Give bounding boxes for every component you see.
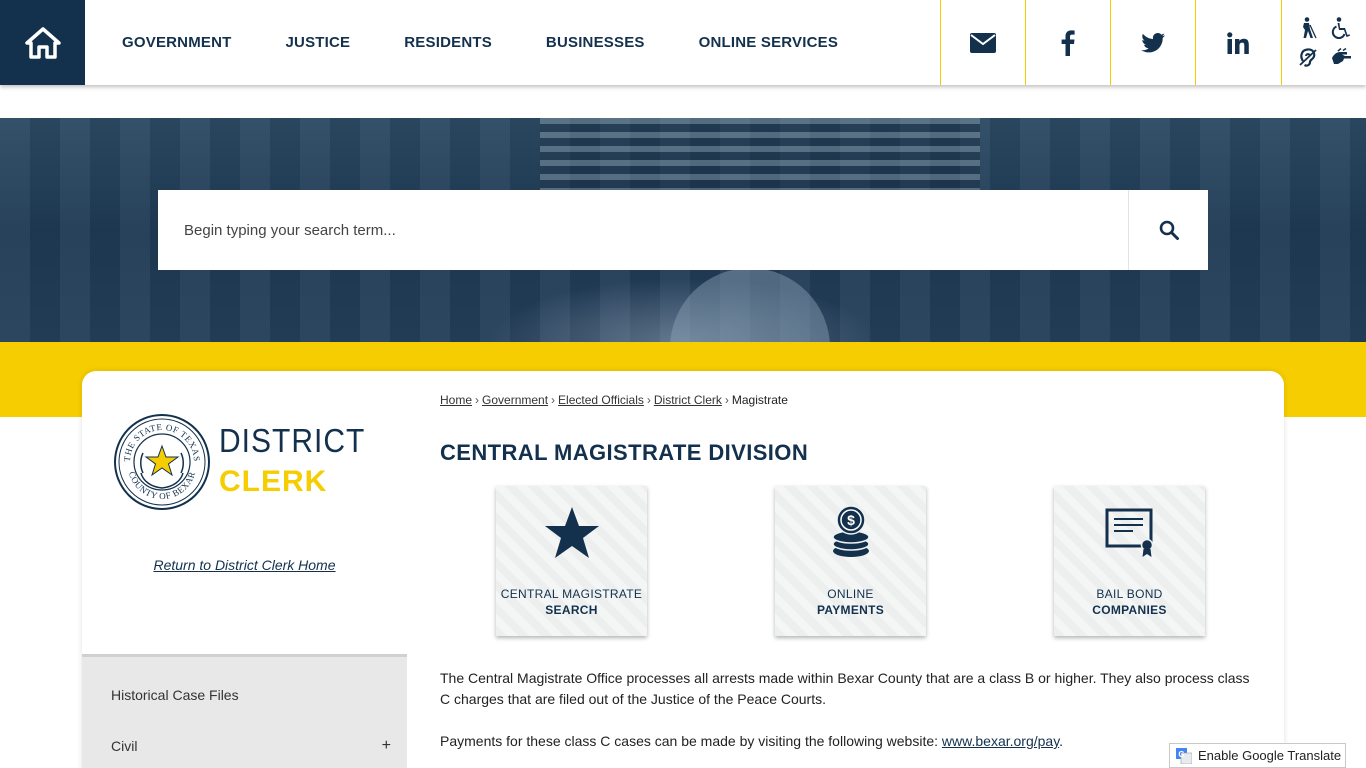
nav-government[interactable]: GOVERNMENT <box>95 34 259 51</box>
main-nav: GOVERNMENT JUSTICE RESIDENTS BUSINESSES … <box>95 0 865 85</box>
email-button[interactable] <box>940 0 1025 85</box>
facebook-button[interactable] <box>1025 0 1110 85</box>
expand-toggle[interactable]: + <box>382 737 391 755</box>
facebook-icon <box>1061 29 1075 56</box>
tile-line2: SEARCH <box>545 603 598 617</box>
home-icon <box>24 26 61 59</box>
logo-text: DISTRICT CLERK <box>219 422 365 502</box>
nav-online-services[interactable]: ONLINE SERVICES <box>672 34 865 51</box>
star-icon <box>544 507 599 558</box>
tile-online-payments[interactable]: $ ONLINE PAYMENTS <box>775 486 926 636</box>
sign-language-icon[interactable] <box>1325 44 1356 72</box>
payment-paragraph: Payments for these class C cases can be … <box>440 733 1064 749</box>
tile-line1: BAIL BOND <box>1096 587 1163 601</box>
sidebar-item-label: Civil <box>111 737 138 754</box>
svg-text:$: $ <box>847 512 855 528</box>
sidebar-item-historical-case-files[interactable]: Historical Case Files <box>82 669 407 720</box>
logo-line-clerk: CLERK <box>219 465 328 498</box>
coins-icon: $ <box>831 505 870 557</box>
logo-line-district: DISTRICT <box>219 423 366 460</box>
hearing-icon[interactable] <box>1292 44 1323 72</box>
twitter-button[interactable] <box>1110 0 1195 85</box>
nav-businesses[interactable]: BUSINESSES <box>519 34 672 51</box>
low-vision-icon[interactable] <box>1292 14 1323 42</box>
intro-paragraph: The Central Magistrate Office processes … <box>440 670 1250 707</box>
bexar-pay-link[interactable]: www.bexar.org/pay <box>942 733 1059 749</box>
site-search <box>158 190 1208 270</box>
breadcrumb-government[interactable]: Government <box>482 393 548 407</box>
return-home-link[interactable]: Return to District Clerk Home <box>82 557 407 573</box>
certificate-icon <box>1105 508 1153 557</box>
search-input[interactable] <box>158 190 1128 270</box>
content-card: THE STATE OF TEXAS COUNTY OF BEXAR DISTR… <box>82 371 1284 768</box>
site-header: GOVERNMENT JUSTICE RESIDENTS BUSINESSES … <box>0 0 1366 85</box>
google-translate-label: Enable Google Translate <box>1198 748 1342 763</box>
home-button[interactable] <box>0 0 85 85</box>
nav-justice[interactable]: JUSTICE <box>259 34 378 51</box>
breadcrumb-home[interactable]: Home <box>440 393 472 407</box>
search-button[interactable] <box>1128 190 1208 270</box>
social-links <box>940 0 1280 85</box>
main-content: Home › Government › Elected Officials › Distri… <box>440 371 1260 768</box>
tile-line1: ONLINE <box>827 587 874 601</box>
sidebar-item-civil[interactable]: Civil + <box>82 720 407 768</box>
email-icon <box>970 32 996 53</box>
sidebar-header: THE STATE OF TEXAS COUNTY OF BEXAR DISTR… <box>82 371 407 654</box>
search-icon <box>1159 220 1179 240</box>
linkedin-icon <box>1227 31 1249 54</box>
sidebar-nav: Historical Case Files Civil + <box>82 654 407 768</box>
breadcrumb: Home › Government › Elected Officials › Distri… <box>440 393 788 407</box>
nav-residents[interactable]: RESIDENTS <box>377 34 519 51</box>
page-title: CENTRAL MAGISTRATE DIVISION <box>440 440 809 465</box>
hero-archway <box>670 268 830 342</box>
texas-seal-icon: THE STATE OF TEXAS COUNTY OF BEXAR <box>114 414 210 510</box>
tile-line2: COMPANIES <box>1092 603 1167 617</box>
svg-text:G: G <box>1178 750 1184 759</box>
google-translate-icon: G <box>1176 747 1192 764</box>
sidebar-item-label: Historical Case Files <box>111 686 239 703</box>
google-translate-button[interactable]: G Enable Google Translate <box>1169 743 1346 768</box>
twitter-icon <box>1141 32 1165 52</box>
district-clerk-logo[interactable]: THE STATE OF TEXAS COUNTY OF BEXAR DISTR… <box>113 413 365 511</box>
wheelchair-icon[interactable] <box>1325 14 1356 42</box>
tile-line2: PAYMENTS <box>816 603 885 617</box>
breadcrumb-elected-officials[interactable]: Elected Officials <box>558 393 644 407</box>
breadcrumb-district-clerk[interactable]: District Clerk <box>654 393 722 407</box>
accessibility-tools <box>1281 0 1366 85</box>
linkedin-button[interactable] <box>1195 0 1280 85</box>
tile-central-magistrate-search[interactable]: CENTRAL MAGISTRATE SEARCH <box>496 486 647 636</box>
tile-line1: CENTRAL MAGISTRATE <box>500 587 643 601</box>
breadcrumb-current: Magistrate <box>731 393 788 407</box>
tile-bail-bond-companies[interactable]: BAIL BOND COMPANIES <box>1054 486 1205 636</box>
